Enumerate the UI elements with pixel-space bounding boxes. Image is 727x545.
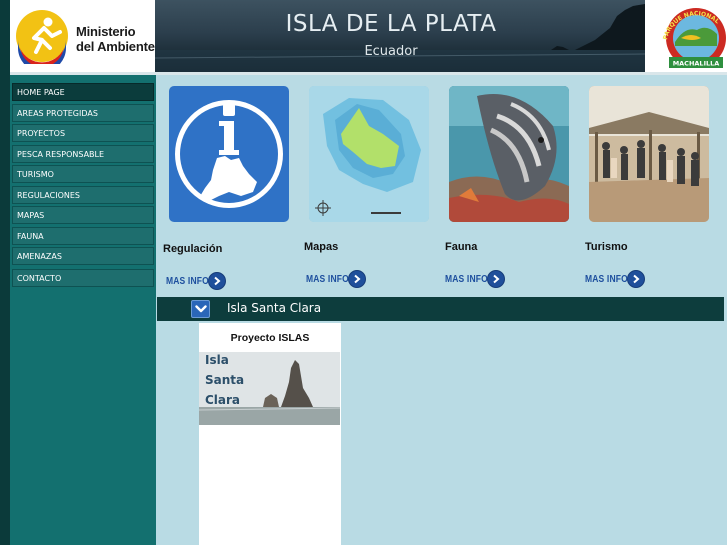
section-header: Isla Santa Clara [157,297,724,321]
project-card[interactable]: Proyecto ISLAS Isla Santa Clara [199,323,341,545]
sidebar-item-pesca-responsable[interactable]: PESCA RESPONSABLE [12,144,154,163]
card-fauna-image[interactable] [449,86,569,222]
emblem-text: MACHALILLA [673,60,720,68]
logo-text-line2: del Ambiente [76,39,155,54]
project-image-text-2: Santa [205,373,245,387]
sidebar-menu: HOME PAGE AREAS PROTEGIDAS PROYECTOS PES… [12,83,154,290]
sidebar-item-regulaciones[interactable]: REGULACIONES [12,185,154,204]
page: Ministerio del Ambiente ISLA DE LA PLATA… [0,0,727,545]
ministry-logo-icon [16,10,68,64]
project-image-text-3: Clara [205,393,241,407]
card-regulacion-more-button[interactable]: MAS INFO [166,271,226,291]
chevron-right-icon [627,270,645,288]
island-map-icon [309,86,429,222]
banner-title: ISLA DE LA PLATA [285,11,497,37]
chevron-right-icon [487,270,505,288]
card-regulacion-image[interactable] [169,86,289,222]
sidebar-item-contacto[interactable]: CONTACTO [12,269,154,287]
card-turismo-more-button[interactable]: MAS INFO [585,269,645,289]
sidebar-item-fauna[interactable]: FAUNA [12,226,154,245]
more-info-label: MAS INFO [585,273,628,285]
more-info-label: MAS INFO [306,273,349,285]
card-mapas-image[interactable] [309,86,429,222]
card-mapas-title: Mapas [304,241,339,253]
card-turismo-title: Turismo [585,241,628,253]
card-turismo-image[interactable] [589,86,709,222]
park-emblem-icon: PARQUE NACIONAL MACHALILLA [662,8,726,68]
sidebar-item-amenazas[interactable]: AMENAZAS [12,247,154,265]
chevron-right-icon [208,272,226,290]
chevron-right-icon [348,270,366,288]
card-mapas-more-button[interactable]: MAS INFO [306,269,366,289]
more-info-label: MAS INFO [445,273,488,285]
info-map-icon [175,100,283,208]
logo-text-line1: Ministerio [76,24,136,39]
project-title: Proyecto ISLAS [230,332,310,344]
chevron-down-icon [194,305,207,313]
park-emblem[interactable]: PARQUE NACIONAL MACHALILLA [645,0,727,72]
header-banner: ISLA DE LA PLATA Ecuador [155,0,645,72]
sidebar-item-home[interactable]: HOME PAGE [12,83,154,101]
card-regulacion-title: Regulación [163,243,223,255]
sidebar-item-mapas[interactable]: MAPAS [12,206,154,224]
card-fauna-title: Fauna [445,241,478,253]
project-image-text-1: Isla [205,353,229,367]
tourists-photo [589,86,709,222]
edge-strip [0,0,10,545]
sidebar-item-areas-protegidas[interactable]: AREAS PROTEGIDAS [12,103,154,122]
card-fauna-more-button[interactable]: MAS INFO [445,269,505,289]
more-info-label: MAS INFO [166,275,209,287]
ministry-logo[interactable]: Ministerio del Ambiente [10,0,155,72]
banner-subtitle: Ecuador [364,44,418,59]
section-toggle-button[interactable] [191,300,210,318]
sidebar: HOME PAGE AREAS PROTEGIDAS PROYECTOS PES… [10,75,156,545]
section-title: Isla Santa Clara [227,301,322,315]
project-image[interactable]: Isla Santa Clara [199,352,340,425]
sidebar-item-proyectos[interactable]: PROYECTOS [12,124,154,142]
angelfish-photo [449,86,569,222]
sidebar-item-turismo[interactable]: TURISMO [12,165,154,183]
